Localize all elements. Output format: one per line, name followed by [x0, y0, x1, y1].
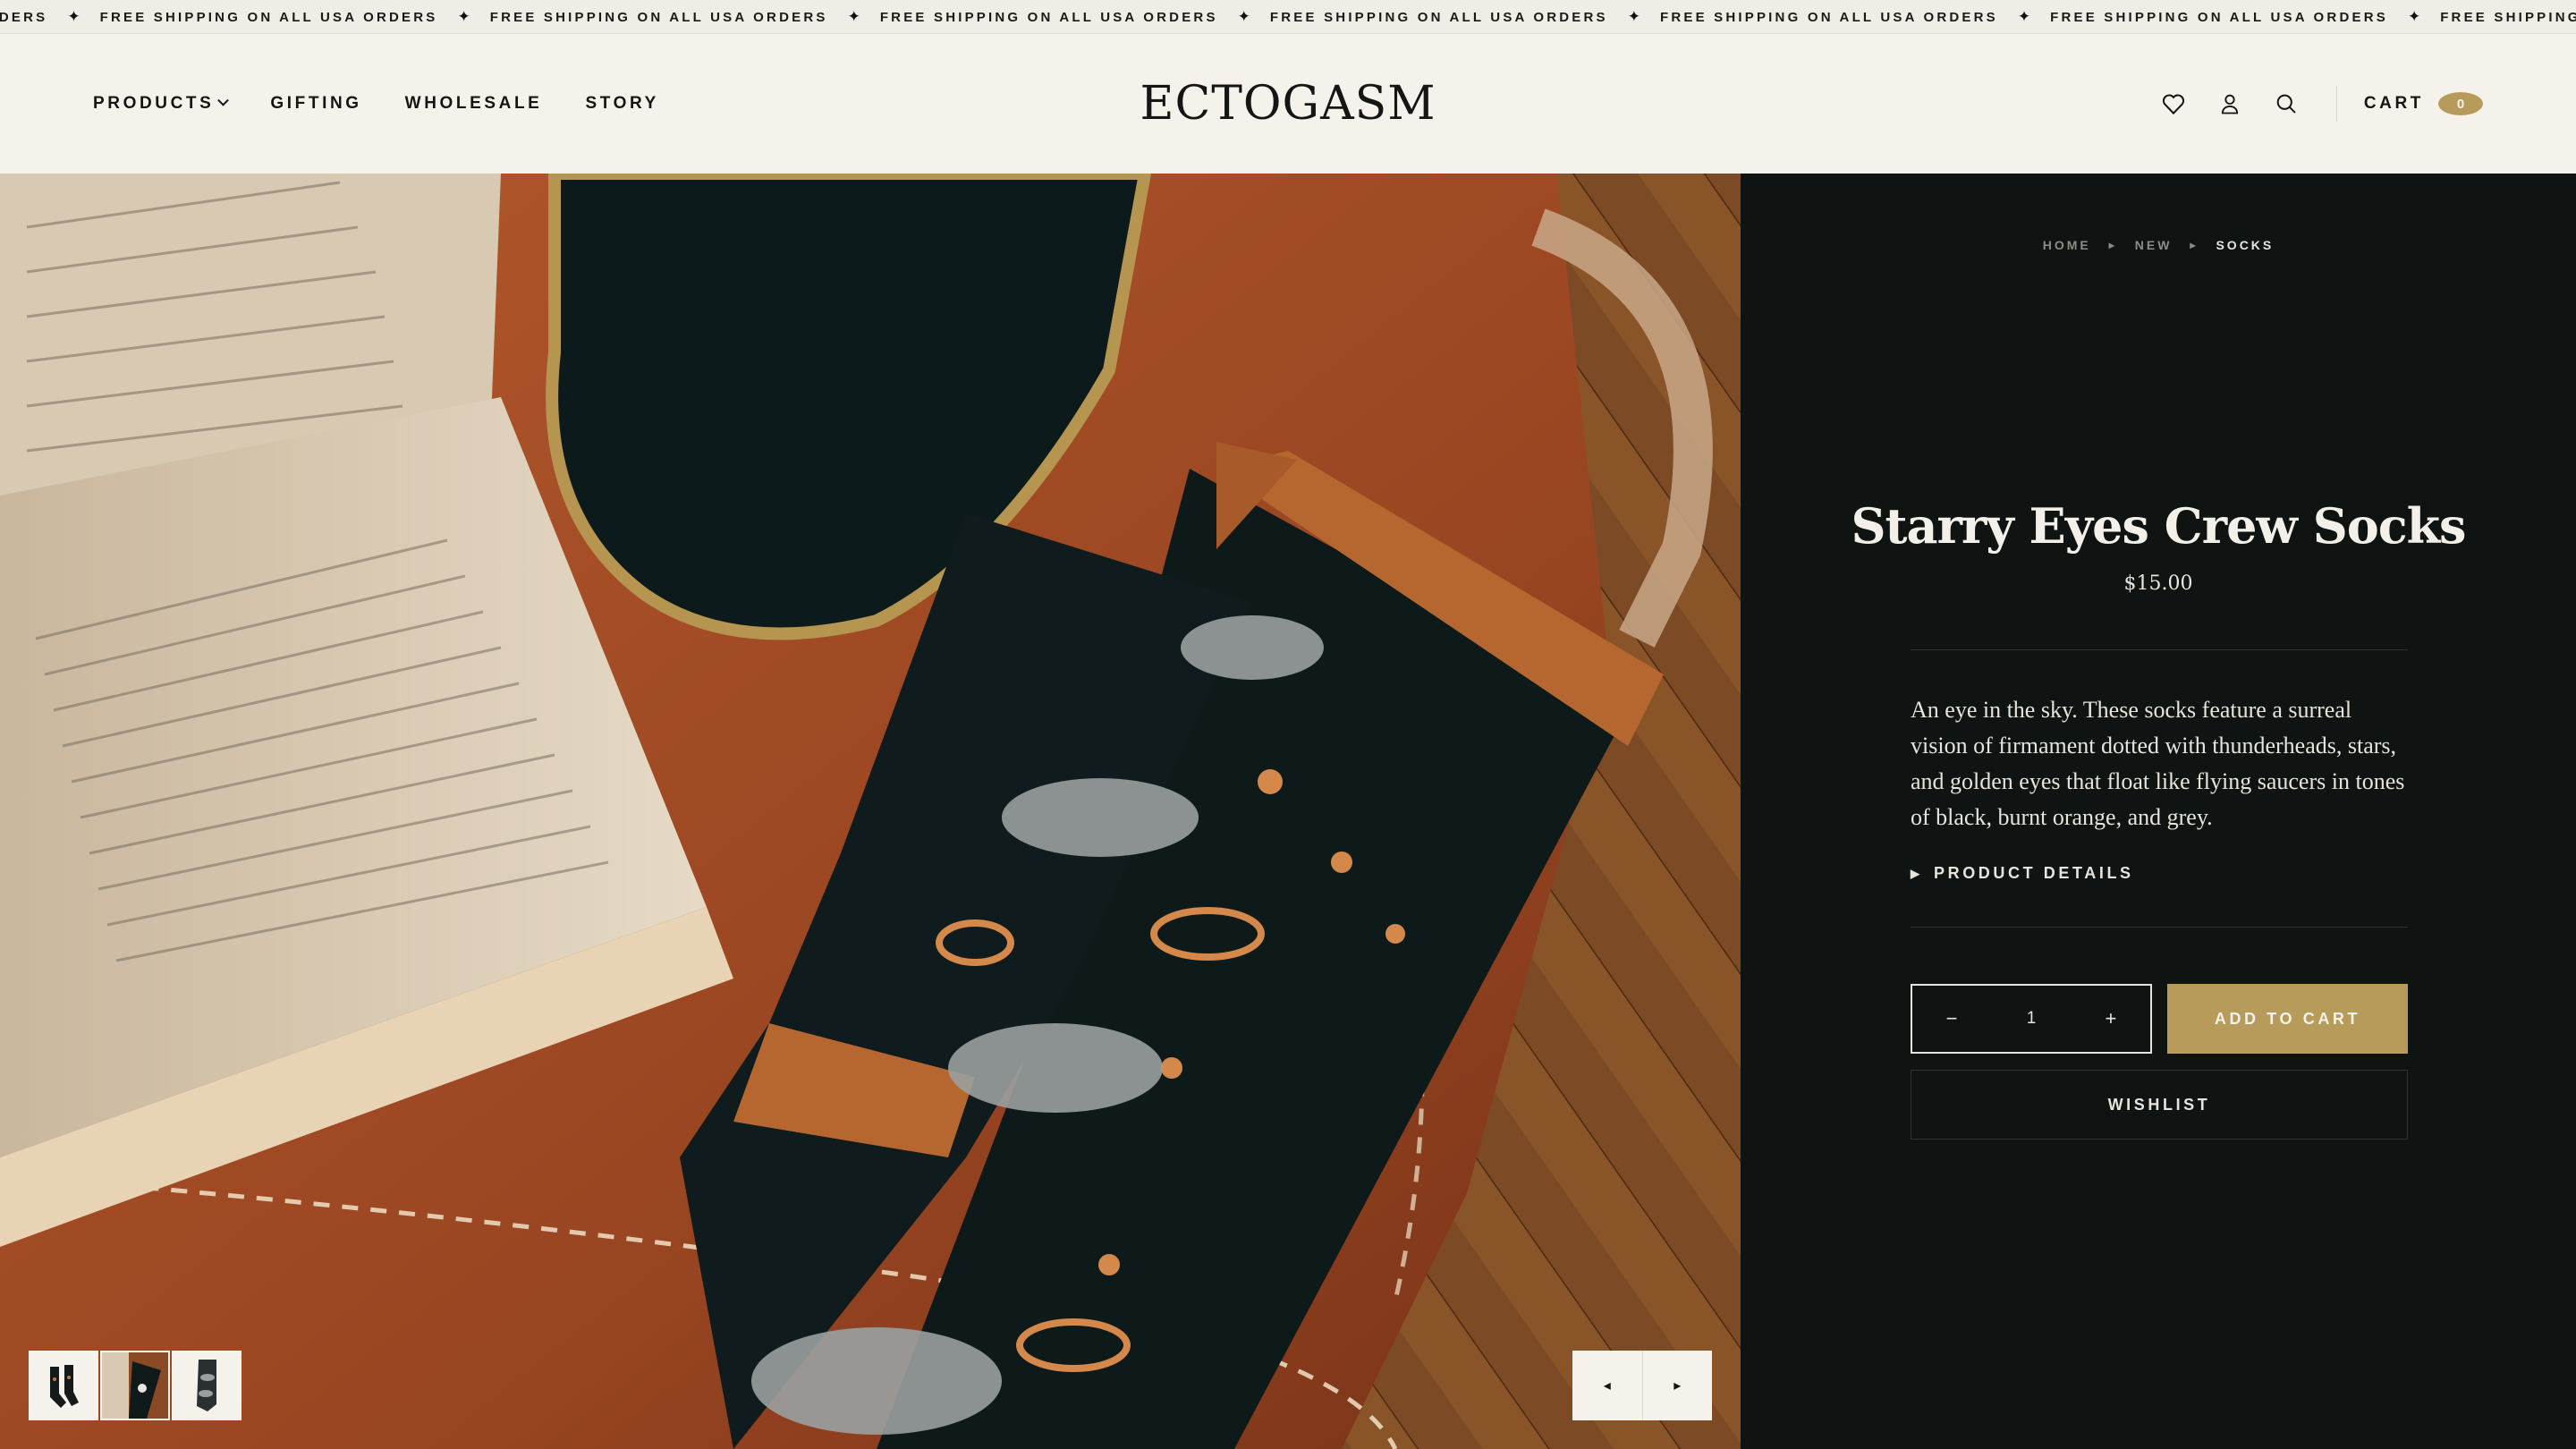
header-divider	[2335, 86, 2337, 122]
ticker-message: ORDERS	[0, 9, 48, 25]
heart-icon[interactable]	[2156, 86, 2191, 122]
wishlist-button[interactable]: WISHLIST	[1911, 1070, 2408, 1140]
previous-image-button[interactable]: ◂	[1572, 1351, 1642, 1420]
next-image-button[interactable]: ▸	[1641, 1351, 1713, 1420]
sparkle-icon: ✦	[847, 8, 860, 25]
user-icon[interactable]	[2212, 86, 2248, 122]
nav-item-label: WHOLESALE	[404, 94, 543, 113]
product-price: $15.00	[2123, 572, 2193, 595]
logo-text: ECTOGASM	[1140, 77, 1436, 131]
sparkle-icon: ✦	[1237, 8, 1250, 25]
quantity-decrease-button[interactable]: −	[1941, 1007, 1962, 1030]
main-nav: PRODUCTS GIFTING WHOLESALE STORY	[93, 34, 659, 174]
product-details-toggle[interactable]: ▶ PRODUCT DETAILS	[1911, 864, 2134, 883]
sparkle-icon: ✦	[457, 8, 470, 25]
breadcrumb-new[interactable]: NEW	[2135, 238, 2173, 252]
product-title: Starry Eyes Crew Socks	[1851, 497, 2467, 555]
header-actions: CART 0	[2135, 34, 2483, 174]
nav-item-label: STORY	[585, 94, 659, 113]
chevron-down-icon	[217, 94, 230, 106]
cart-count-badge: 0	[2438, 92, 2483, 115]
sparkle-icon: ✦	[2407, 8, 2421, 25]
site-logo[interactable]: ECTOGASM	[1140, 72, 1435, 136]
gallery-thumbnails	[29, 1351, 242, 1420]
ticker-message: FREE SHIPPING ON ALL USA ORDERS	[1269, 9, 1608, 25]
breadcrumb-home[interactable]: HOME	[2043, 238, 2091, 252]
ticker-message: FREE SHIPPING ON ALL USA ORDERS	[2440, 9, 2576, 25]
cart-button[interactable]: CART 0	[2364, 92, 2483, 115]
nav-item-wholesale[interactable]: WHOLESALE	[405, 94, 543, 114]
ticker-message: FREE SHIPPING ON ALL USA ORDERS	[99, 9, 438, 25]
nav-item-label: PRODUCTS	[93, 94, 215, 113]
ticker-message: FREE SHIPPING ON ALL USA ORDERS	[879, 9, 1218, 25]
product-description: An eye in the sky. These socks feature a…	[1911, 697, 2405, 830]
nav-item-products[interactable]: PRODUCTS	[93, 94, 230, 114]
ticker-message: FREE SHIPPING ON ALL USA ORDERS	[1660, 9, 1998, 25]
nav-item-label: GIFTING	[270, 94, 362, 113]
add-to-cart-button[interactable]: ADD TO CART	[2167, 984, 2408, 1054]
product-details-label: PRODUCT DETAILS	[1934, 864, 2134, 882]
breadcrumb-separator: ▸	[2190, 239, 2199, 251]
nav-item-story[interactable]: STORY	[585, 94, 658, 114]
gallery-nav: ◂ ▸	[1572, 1351, 1712, 1420]
ticker-message: FREE SHIPPING ON ALL USA ORDERS	[2050, 9, 2388, 25]
product-info-panel: HOME ▸ NEW ▸ SOCKS Starry Eyes Crew Sock…	[1741, 174, 2576, 1449]
breadcrumb: HOME ▸ NEW ▸ SOCKS	[1741, 238, 2576, 252]
caret-right-icon: ▶	[1911, 866, 1919, 880]
quantity-increase-button[interactable]: +	[2100, 1007, 2122, 1030]
product-gallery: ◂ ▸	[0, 174, 1741, 1449]
sparkle-icon: ✦	[2017, 8, 2031, 25]
quantity-stepper: − 1 +	[1911, 984, 2152, 1054]
divider	[1911, 927, 2408, 928]
nav-item-gifting[interactable]: GIFTING	[270, 94, 361, 114]
cart-label: CART	[2363, 94, 2424, 113]
thumbnail-1[interactable]	[29, 1351, 98, 1420]
ticker-track: ORDERS ✦ FREE SHIPPING ON ALL USA ORDERS ✦ F…	[0, 0, 2576, 33]
site-header: PRODUCTS GIFTING WHOLESALE STORY ECTOGAS…	[0, 34, 2576, 174]
search-icon[interactable]	[2268, 86, 2304, 122]
product-photo	[0, 174, 1741, 1449]
ticker-message: FREE SHIPPING ON ALL USA ORDERS	[489, 9, 828, 25]
breadcrumb-current: SOCKS	[2216, 238, 2275, 252]
sparkle-icon: ✦	[1627, 8, 1640, 25]
thumbnail-3[interactable]	[172, 1351, 242, 1420]
announcement-ticker: ORDERS ✦ FREE SHIPPING ON ALL USA ORDERS ✦ F…	[0, 0, 2576, 34]
breadcrumb-separator: ▸	[2108, 239, 2117, 251]
sparkle-icon: ✦	[67, 8, 80, 25]
thumbnail-2[interactable]	[100, 1351, 170, 1420]
divider	[1911, 649, 2408, 650]
quantity-value[interactable]: 1	[2027, 1009, 2037, 1029]
